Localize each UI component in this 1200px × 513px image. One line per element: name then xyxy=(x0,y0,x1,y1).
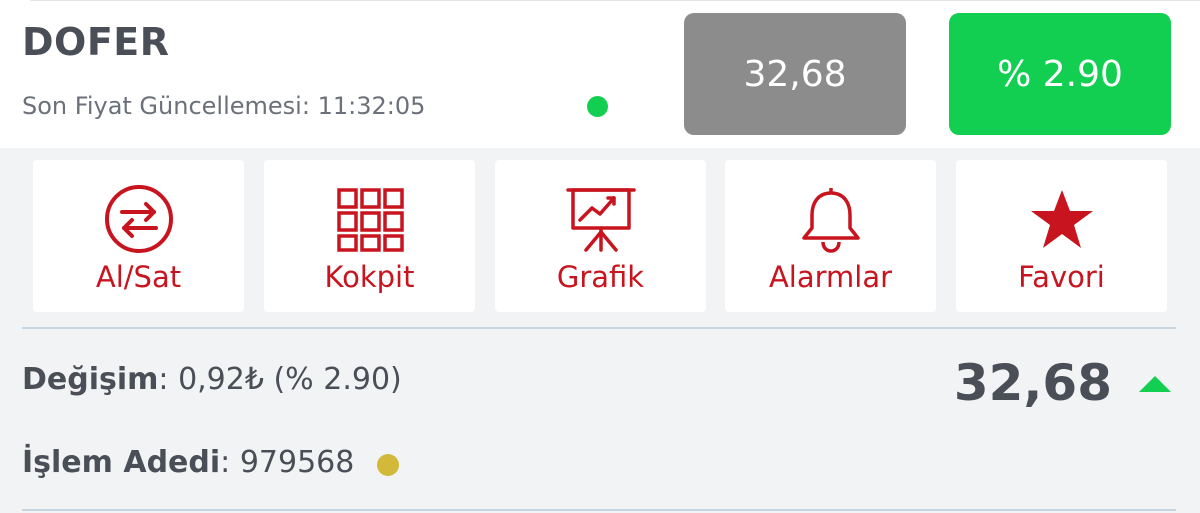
chart-button[interactable]: Grafik xyxy=(495,160,706,312)
last-update-label: Son Fiyat Güncellemesi: xyxy=(22,92,310,120)
volume-row: İşlem Adedi: 979568 xyxy=(22,445,354,480)
volume-value: 979568 xyxy=(239,445,355,480)
price-box-value: 32,68 xyxy=(743,53,847,95)
current-price: 32,68 xyxy=(953,354,1112,412)
last-update-time: 11:32:05 xyxy=(317,92,426,120)
change-colon: : xyxy=(158,362,179,397)
action-bar: Al/Sat Kokpit Grafik Alarmlar Favori xyxy=(33,160,1167,312)
volume-colon: : xyxy=(220,445,240,480)
alarms-button[interactable]: Alarmlar xyxy=(725,160,936,312)
change-row: Değişim: 0,92₺ (% 2.90) xyxy=(22,362,402,397)
chart-label: Grafik xyxy=(556,260,645,294)
cockpit-label: Kokpit xyxy=(324,260,415,294)
grid-icon xyxy=(264,182,475,256)
change-percent-value: % 2.90 xyxy=(997,53,1123,95)
stock-symbol: DOFER xyxy=(22,20,170,64)
star-icon xyxy=(956,182,1167,256)
change-label: Değişim xyxy=(22,362,159,397)
last-update-text: Son Fiyat Güncellemesi: 11:32:05 xyxy=(22,92,425,120)
bottom-divider xyxy=(22,509,1176,511)
alarms-label: Alarmlar xyxy=(768,260,893,294)
price-box[interactable]: 32,68 xyxy=(684,13,906,135)
volume-indicator-dot xyxy=(377,454,399,476)
buy-sell-button[interactable]: Al/Sat xyxy=(33,160,244,312)
volume-label: İşlem Adedi xyxy=(22,445,221,480)
stock-header: DOFER Son Fiyat Güncellemesi: 11:32:05 3… xyxy=(0,0,1200,148)
chart-presentation-icon xyxy=(495,182,706,256)
buy-sell-arrows-icon xyxy=(33,182,244,256)
section-divider xyxy=(22,327,1176,329)
top-divider xyxy=(30,0,1200,1)
change-percent-box[interactable]: % 2.90 xyxy=(949,13,1171,135)
favorite-label: Favori xyxy=(1018,260,1105,294)
favorite-button[interactable]: Favori xyxy=(956,160,1167,312)
buy-sell-label: Al/Sat xyxy=(95,260,182,294)
live-status-dot xyxy=(587,96,608,117)
change-value: 0,92₺ (% 2.90) xyxy=(178,362,402,397)
bell-icon xyxy=(725,182,936,256)
cockpit-button[interactable]: Kokpit xyxy=(264,160,475,312)
price-up-arrow-icon xyxy=(1139,376,1171,392)
